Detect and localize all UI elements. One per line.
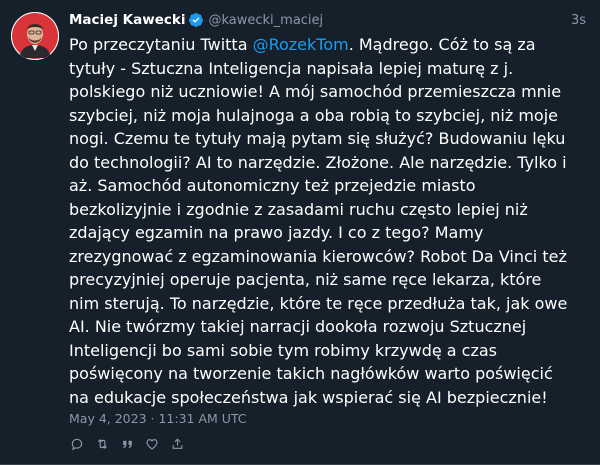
verified-badge-icon — [188, 12, 204, 28]
tweet-text-segment: Po przeczytaniu Twitta — [69, 35, 253, 54]
tweet-actions — [69, 435, 194, 453]
tweet-header: Maciej Kawecki @kawecki_maciej 3s — [69, 11, 588, 29]
tweet-text-line: na edukacje społeczeństwa jak wspierać s… — [69, 387, 548, 407]
tweet: Maciej Kawecki @kawecki_maciej 3s Po prz… — [0, 0, 600, 465]
share-icon — [172, 438, 182, 449]
tweet-text-line: zrezygnować z egzaminowania kierowców? R… — [69, 246, 567, 266]
tweet-text-line: AI. Nie twórzmy takiej narracji dookoła … — [69, 317, 527, 336]
tweet-text-line: poświęcony na tworzenie takich nagłówków… — [69, 364, 553, 383]
author-name[interactable]: Maciej Kawecki — [69, 12, 185, 28]
tweet-text-line: Po przeczytaniu Twitta @RozekTom. Mądreg… — [69, 33, 589, 57]
avatar[interactable] — [11, 12, 59, 60]
mention-link[interactable]: @RozekTom — [253, 35, 349, 54]
tweet-text-line: nim sterują. To narzędzie, które te ręce… — [69, 293, 568, 313]
like-button[interactable] — [144, 436, 160, 452]
tweet-text: Po przeczytaniu Twitta @RozekTom. Mądreg… — [69, 33, 589, 409]
retweet-icon — [97, 439, 107, 449]
tweet-text-line: aż. Samochód autonomiczny też przejedzie… — [69, 176, 476, 195]
tweet-text-line: tytuły - Sztuczna Inteligencja napisała … — [69, 58, 514, 78]
relative-time[interactable]: 3s — [571, 13, 588, 28]
tweet-text-line: nogi. Czemu te tytuły mają pytam się słu… — [69, 129, 566, 148]
tweet-text-line: zdający egzamin na prawo jazdy. I co z t… — [69, 223, 484, 242]
tweet-text-segment: . Mądrego. Cóż to są za — [348, 35, 536, 54]
tweet-date[interactable]: May 4, 2023 · 11:31 AM UTC — [69, 411, 247, 426]
tweet-text-line: precyzyjniej operuje pacjenta, niż same … — [69, 270, 542, 289]
tweet-text-line: bezkolizyjnie i zgodnie z zasadami ruchu… — [69, 199, 528, 219]
like-icon — [146, 439, 158, 450]
quote-icon — [122, 440, 132, 448]
tweet-text-line: polskiego niż uczniowie! A mój samochód … — [69, 82, 562, 101]
retweet-button[interactable] — [94, 436, 110, 452]
author-handle[interactable]: @kawecki_maciej — [208, 13, 323, 28]
reply-button[interactable] — [69, 436, 85, 452]
share-button[interactable] — [169, 436, 185, 452]
quote-button[interactable] — [119, 436, 135, 452]
avatar-portrait-icon — [11, 12, 59, 60]
reply-icon — [71, 438, 83, 451]
tweet-text-line: do technologii? AI to narzędzie. Złożone… — [69, 152, 567, 172]
tweet-text-line: szybciej, niż moja hulajnoga a oba robią… — [69, 105, 558, 125]
tweet-text-line: Inteligencji bo sami sobie tym robimy kr… — [69, 340, 498, 360]
